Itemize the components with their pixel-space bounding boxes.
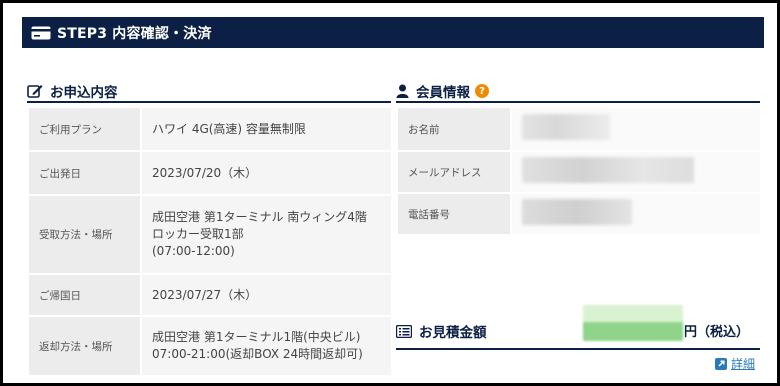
- table-row: 受取方法・場所 成田空港 第1ターミナル 南ウィング4階 ロッカー受取1部 (0…: [27, 194, 393, 275]
- pickup-value: 成田空港 第1ターミナル 南ウィング4階 ロッカー受取1部 (07:00-12:…: [140, 194, 393, 275]
- plan-label: ご利用プラン: [27, 106, 142, 152]
- return-date-value: 2023/07/27（木）: [140, 273, 393, 317]
- credit-card-icon: [31, 26, 51, 39]
- phone-label: 電話番号: [396, 192, 512, 236]
- return-place-value: 成田空港 第1ターミナル1階(中央ビル) 07:00-21:00(返却BOX 2…: [140, 315, 393, 377]
- name-label: お名前: [396, 106, 512, 152]
- table-row: 返却方法・場所 成田空港 第1ターミナル1階(中央ビル) 07:00-21:00…: [27, 315, 393, 377]
- step-title: STEP3 内容確認・決済: [57, 25, 212, 42]
- estimate-divider: [396, 348, 760, 350]
- application-table: ご利用プラン ハワイ 4G(高速) 容量無制限 ご出発日 2023/07/20（…: [27, 106, 393, 377]
- departure-value: 2023/07/20（木）: [140, 150, 393, 196]
- external-link-icon: [715, 357, 727, 370]
- table-row: 電話番号: [396, 192, 762, 236]
- table-row: ご帰国日 2023/07/27（木）: [27, 273, 393, 317]
- estimate-suffix: 円（税込）: [684, 325, 750, 340]
- email-value: [510, 150, 762, 194]
- estimate-title: お見積金額: [419, 325, 487, 341]
- step-header: STEP3 内容確認・決済: [22, 17, 764, 48]
- return-date-label: ご帰国日: [27, 273, 142, 317]
- detail-label: 詳細: [731, 357, 756, 371]
- table-row: メールアドレス: [396, 150, 762, 194]
- table-row: ご利用プラン ハワイ 4G(高速) 容量無制限: [27, 106, 393, 152]
- name-value: [510, 106, 762, 152]
- estimate-section-title: お見積金額: [396, 321, 487, 341]
- user-icon: [396, 84, 409, 98]
- email-label: メールアドレス: [396, 150, 512, 194]
- detail-link[interactable]: 詳細: [715, 355, 755, 372]
- phone-value: [510, 192, 762, 236]
- member-table: お名前 メールアドレス 電話番号: [396, 106, 762, 236]
- departure-label: ご出発日: [27, 150, 142, 196]
- application-section-title: お申込内容: [27, 81, 391, 103]
- list-icon: [396, 324, 412, 338]
- plan-value: ハワイ 4G(高速) 容量無制限: [140, 106, 393, 152]
- table-row: ご出発日 2023/07/20（木）: [27, 150, 393, 196]
- member-section-title: 会員情報 ?: [396, 81, 760, 103]
- estimate-amount-redacted: [583, 305, 683, 341]
- table-row: お名前: [396, 106, 762, 152]
- pickup-label: 受取方法・場所: [27, 194, 142, 275]
- question-icon[interactable]: ?: [475, 84, 489, 98]
- edit-icon: [27, 84, 43, 98]
- confirmation-panel: STEP3 内容確認・決済 お申込内容 ご利用プラン ハワイ 4G(高速) 容量…: [0, 0, 780, 386]
- return-place-label: 返却方法・場所: [27, 315, 142, 377]
- member-title: 会員情報: [416, 85, 470, 101]
- application-title: お申込内容: [50, 85, 118, 101]
